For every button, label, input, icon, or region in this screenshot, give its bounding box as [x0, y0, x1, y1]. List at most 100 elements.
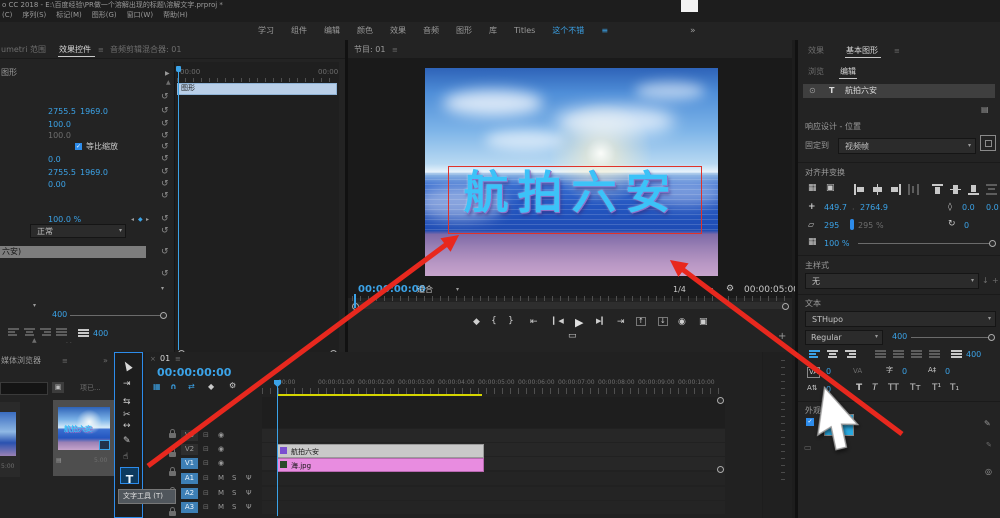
track-row-a2[interactable]: [262, 487, 725, 500]
ec-align-center-icon[interactable]: [24, 328, 35, 336]
mic-icon-a3[interactable]: Ψ: [246, 504, 252, 511]
timeline-sequence-tab[interactable]: 01: [160, 355, 170, 363]
track-eye-icon-v2[interactable]: ◉: [218, 446, 224, 453]
program-scrollbar[interactable]: [352, 302, 788, 309]
menu-item-graphics[interactable]: 图形(G): [92, 12, 117, 22]
opacity-slider-knob[interactable]: [989, 240, 996, 247]
scale-link-toggle[interactable]: [850, 219, 854, 230]
video-frame[interactable]: 航拍六安: [425, 68, 718, 276]
selection-tool-icon[interactable]: ▲: [121, 358, 134, 373]
align-center-v-icon[interactable]: [950, 184, 961, 195]
new-layer-icon[interactable]: ▤: [981, 106, 989, 114]
mute-button-a3[interactable]: M: [218, 504, 224, 511]
opacity-slider[interactable]: [858, 243, 991, 244]
workspace-overflow-icon[interactable]: »: [690, 27, 696, 36]
linked-selection-icon[interactable]: ⇄: [188, 383, 195, 391]
workspace-tab-titles[interactable]: Titles: [514, 27, 535, 35]
tab-essential-graphics[interactable]: 基本图形: [846, 47, 878, 55]
ec-anchor-y[interactable]: 1969.0: [80, 169, 108, 177]
program-time-ruler[interactable]: [352, 296, 788, 301]
ripple-edit-tool-icon[interactable]: ⇆: [123, 398, 131, 407]
sync-lock-icon-v1[interactable]: ⊟: [203, 460, 209, 467]
hand-tool-icon[interactable]: ☝: [123, 453, 128, 462]
play-button[interactable]: ▶: [575, 316, 583, 329]
button-editor-icon[interactable]: +: [778, 332, 786, 342]
reset-icon[interactable]: ↺: [161, 227, 169, 236]
master-style-dropdown[interactable]: 无 ▾: [805, 273, 979, 289]
grid-icon-2[interactable]: ▣: [826, 184, 835, 193]
reset-icon[interactable]: ↺: [161, 215, 169, 224]
fit-dropdown-chevron[interactable]: ▾: [456, 287, 459, 293]
leading-value[interactable]: 400: [966, 351, 981, 359]
ec-source-text-bar[interactable]: 六安): [0, 246, 146, 258]
reset-icon[interactable]: ↺: [161, 192, 169, 201]
workspace-tab-editing[interactable]: 编辑: [324, 27, 340, 35]
eg-opacity-value[interactable]: 100 %: [824, 240, 849, 248]
proxy-toggle-icon[interactable]: ▭: [568, 332, 577, 341]
ec-rotation-value[interactable]: 0.0: [48, 156, 61, 164]
tab-effect-controls[interactable]: 效果控件: [59, 46, 91, 54]
eg-anchor-x[interactable]: 0.0: [962, 204, 975, 212]
eg-scale-value[interactable]: 295: [824, 222, 839, 230]
timeline-settings-wrench-icon[interactable]: ⚙: [229, 382, 236, 390]
ec-font-size-value[interactable]: 400: [52, 311, 67, 319]
clip-image-v1[interactable]: 海.jpg: [277, 458, 484, 472]
go-to-out-icon[interactable]: ⇥: [617, 318, 625, 327]
lock-icon-v3[interactable]: [169, 429, 176, 438]
work-area-bar[interactable]: [277, 394, 482, 396]
timeline-menu-icon[interactable]: ≡: [175, 356, 181, 363]
timeline-vscroll-knob-bottom[interactable]: [717, 466, 724, 473]
workspace-tab-active[interactable]: 这个不错: [552, 27, 584, 35]
media-item-selected[interactable]: 航拍六安 ▤ 5.00: [53, 400, 114, 476]
reset-icon[interactable]: ↺: [161, 132, 169, 141]
keyframe-add-icon[interactable]: ◆: [138, 217, 143, 223]
tab-audio-clip-mixer[interactable]: 音频剪辑混合器: 01: [110, 46, 181, 54]
step-back-icon[interactable]: ▎◀: [553, 318, 564, 325]
workspace-tab-color[interactable]: 颜色: [357, 27, 373, 35]
reset-icon[interactable]: ↺: [161, 168, 169, 177]
export-frame-icon[interactable]: ◉: [678, 318, 686, 327]
menu-item-sequence[interactable]: 序列(S): [22, 12, 46, 22]
text-selection-box[interactable]: [448, 166, 702, 234]
add-marker-icon[interactable]: ◆: [208, 383, 214, 391]
mute-button-a1[interactable]: M: [218, 475, 224, 482]
align-bottom-edge-icon[interactable]: [968, 184, 979, 195]
ec-uniform-scale-checkbox[interactable]: ✓: [75, 143, 82, 150]
all-caps-icon[interactable]: TT: [888, 384, 899, 393]
sync-lock-icon-v2[interactable]: ⊟: [203, 446, 209, 453]
workspace-menu-icon[interactable]: ≡: [601, 27, 608, 35]
keyframe-prev-icon[interactable]: ◂: [131, 217, 134, 223]
keyframe-next-icon[interactable]: ▸: [146, 217, 149, 223]
ec-anchor-x[interactable]: 2755.5: [48, 169, 76, 177]
program-scroll-knob-right[interactable]: [782, 303, 789, 310]
solo-button-a3[interactable]: S: [232, 504, 236, 511]
zoom-dropdown-chevron[interactable]: ▾: [710, 287, 713, 293]
track-row-a3[interactable]: [262, 501, 725, 514]
lock-icon-a2[interactable]: [169, 507, 176, 516]
workspace-tab-audio[interactable]: 音频: [423, 27, 439, 35]
font-size-value[interactable]: 400: [892, 333, 907, 341]
type-tool-button[interactable]: T: [120, 467, 139, 486]
comparison-view-icon[interactable]: ▣: [699, 318, 708, 327]
align-right-edge-icon[interactable]: [890, 184, 901, 195]
step-forward-icon[interactable]: ▶▎: [596, 318, 607, 325]
fill-pen-icon[interactable]: ✎: [984, 420, 991, 428]
lock-icon-v1[interactable]: [169, 467, 176, 476]
settings-wrench-icon[interactable]: ⚙: [726, 285, 734, 294]
tab-lumetri-scopes[interactable]: umetri 范围: [1, 46, 46, 54]
snap-icon[interactable]: ∩: [170, 383, 177, 391]
workspace-tab-libraries[interactable]: 库: [489, 27, 497, 35]
ec-antiflicker-value[interactable]: 0.00: [48, 181, 66, 189]
ec-leading-value[interactable]: 400: [93, 330, 108, 338]
pin-to-dropdown[interactable]: 视频帧 ▾: [838, 138, 976, 154]
subtab-edit[interactable]: 编辑: [840, 68, 856, 76]
text-align-left-icon[interactable]: [809, 350, 820, 358]
mark-in-icon[interactable]: {: [491, 317, 497, 326]
track-select-tool-icon[interactable]: ⇥: [123, 380, 131, 389]
add-marker-icon[interactable]: ◆: [473, 318, 480, 327]
text-align-center-icon[interactable]: [827, 350, 838, 358]
align-left-edge-icon[interactable]: [854, 184, 865, 195]
align-center-h-icon[interactable]: [872, 184, 883, 195]
eg-anchor-y[interactable]: 0.0: [986, 204, 999, 212]
ec-font-size-slider[interactable]: [70, 315, 160, 316]
